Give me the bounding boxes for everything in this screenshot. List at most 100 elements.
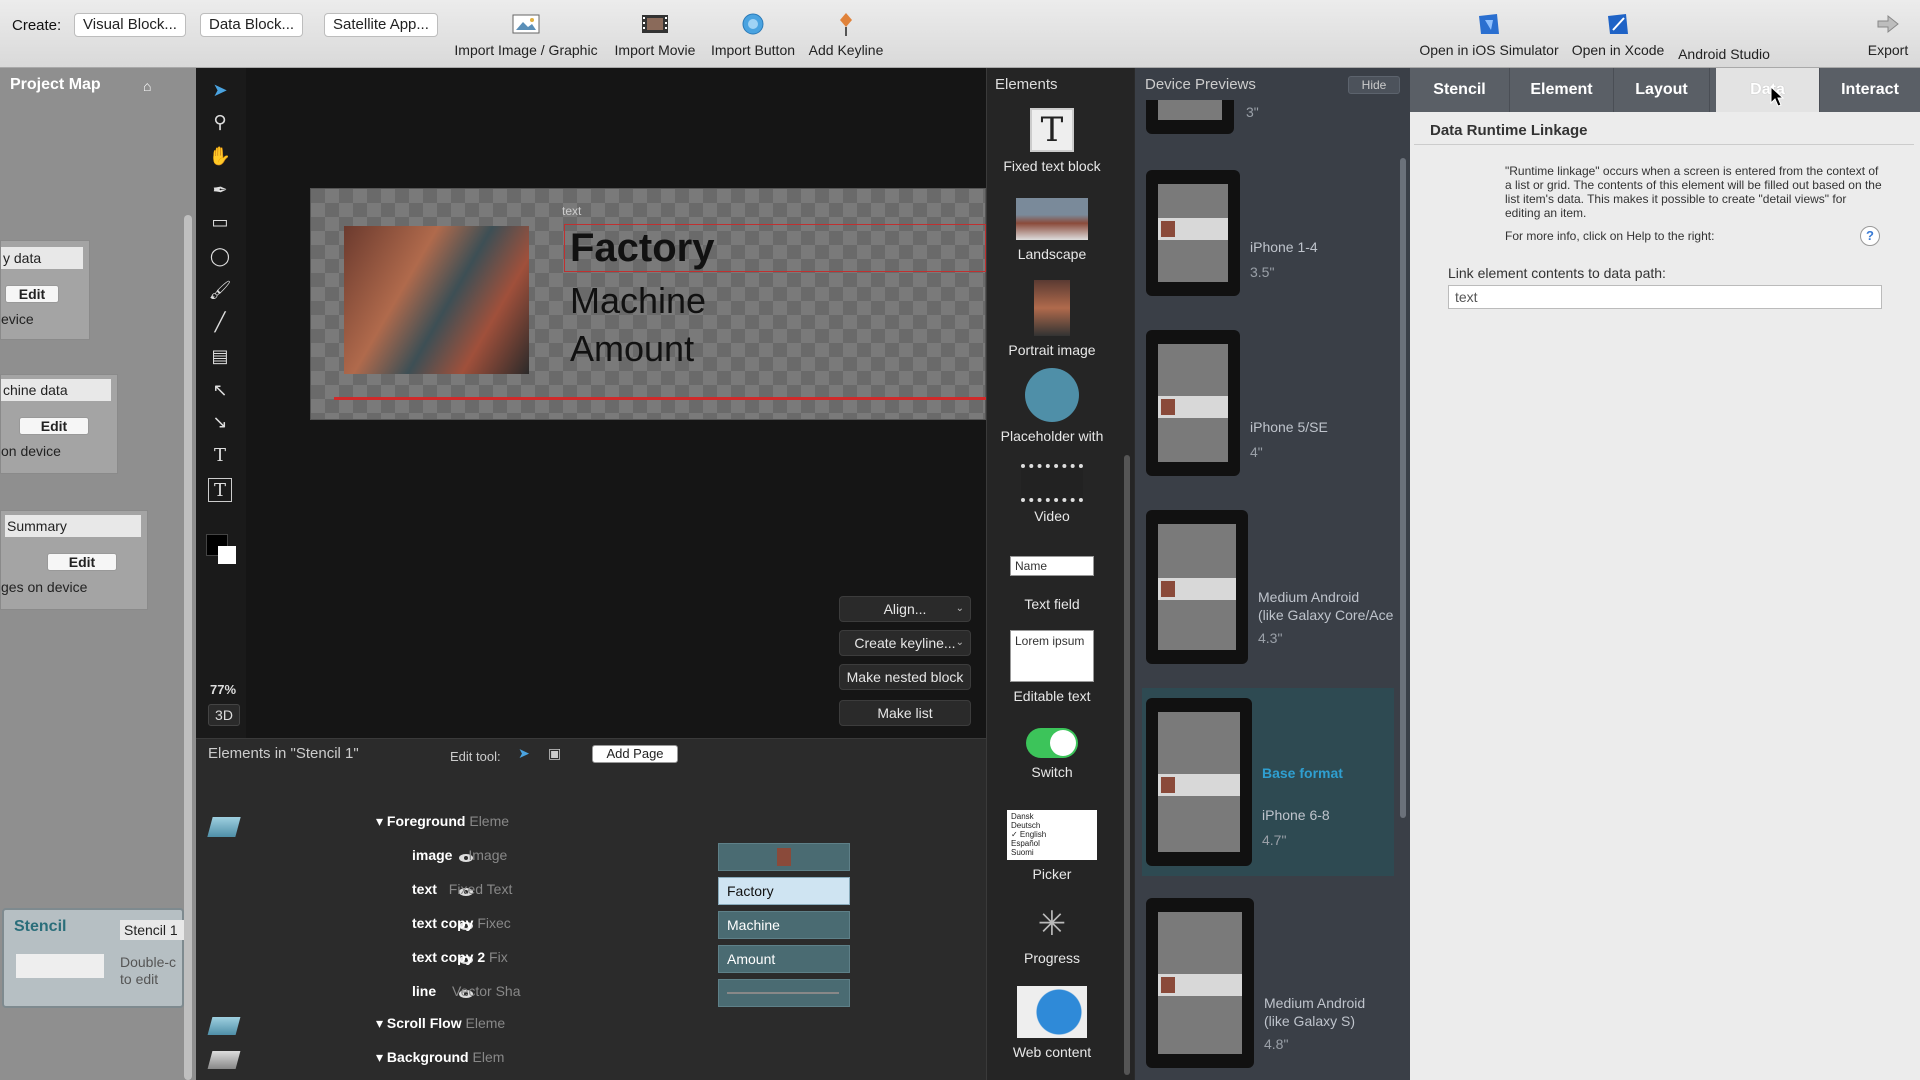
link-data-path-label: Link element contents to data path: [1448, 265, 1666, 281]
create-keyline-dropdown[interactable]: Create keyline... ⌄ [839, 630, 971, 656]
library-text-field[interactable]: Name Text field [987, 556, 1117, 612]
portrait-icon [1034, 280, 1070, 336]
keyline-vector[interactable] [334, 397, 986, 400]
make-nested-block-button[interactable]: Make nested block [839, 664, 971, 690]
stencil-card-title: Stencil [14, 918, 67, 935]
device-preview-iphone-5[interactable] [1146, 330, 1240, 476]
machine-text[interactable]: Machine [570, 280, 706, 322]
library-landscape[interactable]: Landscape [987, 198, 1117, 262]
scroll-flow-group[interactable]: ▾ Scroll Flow Eleme [376, 1015, 505, 1032]
project-card-2[interactable]: chine data Edit on device [0, 374, 118, 474]
row-image[interactable]: image Image [412, 847, 507, 863]
home-icon[interactable]: ⌂ [143, 78, 151, 94]
background-group[interactable]: ▾ Background Elem [376, 1049, 504, 1066]
device-preview-iphone-6-8[interactable] [1146, 698, 1252, 866]
device-preview-medium-android[interactable] [1146, 510, 1248, 664]
make-list-button[interactable]: Make list [839, 700, 971, 726]
library-video[interactable]: Video [987, 464, 1117, 524]
data-block-button[interactable]: Data Block... [200, 13, 304, 37]
row-text-value[interactable]: Factory [718, 877, 850, 905]
library-placeholder[interactable]: Placeholder with [987, 368, 1117, 444]
amount-text[interactable]: Amount [570, 328, 694, 370]
edit-button[interactable]: Edit [47, 553, 117, 571]
edit-button[interactable]: Edit [19, 417, 89, 435]
device-preview-iphone-1-4[interactable] [1146, 170, 1240, 296]
library-portrait-image[interactable]: Portrait image [987, 280, 1117, 358]
project-map-scrollbar[interactable] [184, 215, 192, 1080]
device-preview-galaxy-s[interactable] [1146, 898, 1254, 1068]
text-block-icon[interactable]: T [208, 478, 232, 502]
device-preview-top[interactable] [1146, 100, 1234, 134]
import-image-tool[interactable]: Import Image / Graphic [450, 12, 602, 58]
library-fixed-text-block[interactable]: T Fixed text block [987, 108, 1117, 174]
android-studio-tool[interactable]: Android Studio [1670, 46, 1778, 62]
row-text-copy[interactable]: text copy Fixec [412, 915, 511, 931]
align-dropdown[interactable]: Align... ⌄ [839, 596, 971, 622]
satellite-app-button[interactable]: Satellite App... [324, 13, 438, 37]
row-text-copy-2-value[interactable]: Amount [718, 945, 850, 973]
card-field: chine data [1, 379, 111, 401]
row-text-copy-2[interactable]: text copy 2 Fix [412, 949, 508, 965]
tab-interact[interactable]: Interact [1820, 68, 1920, 112]
foreground-group[interactable]: ▾ Foreground Eleme [376, 813, 509, 830]
library-picker[interactable]: Dansk Deutsch ✓ English Español Suomi Pi… [987, 810, 1117, 882]
export-tool[interactable]: Export [1862, 12, 1914, 58]
add-page-button[interactable]: Add Page [592, 745, 678, 763]
project-card-3[interactable]: Summary Edit ges on device [0, 510, 148, 610]
library-switch[interactable]: Switch [987, 728, 1117, 780]
device-name: Medium Android (like Galaxy S) [1264, 995, 1366, 1029]
library-web-content[interactable]: Web content [987, 986, 1117, 1060]
zoom-icon[interactable]: ⚲ [208, 110, 232, 134]
import-button-tool[interactable]: Import Button [704, 12, 802, 58]
factory-text[interactable]: Factory [570, 226, 715, 271]
stroke-color-swatch[interactable] [218, 546, 236, 564]
library-scrollbar[interactable] [1124, 455, 1130, 1075]
row-text[interactable]: text Fixed Text [412, 881, 512, 897]
tab-data[interactable]: Data [1716, 68, 1820, 112]
card-subtext: evice [1, 311, 34, 327]
device-size: 4.8" [1264, 1036, 1289, 1052]
3d-toggle-button[interactable]: 3D [208, 704, 240, 726]
tab-stencil[interactable]: Stencil [1410, 68, 1510, 112]
add-keyline-tool[interactable]: Add Keyline [804, 12, 888, 58]
ellipse-icon[interactable]: ◯ [208, 244, 232, 268]
ios-simulator-tool[interactable]: Open in iOS Simulator [1416, 12, 1562, 58]
text-icon[interactable]: T [208, 444, 232, 468]
visual-block-button[interactable]: Visual Block... [74, 13, 186, 37]
line-icon[interactable]: ╱ [208, 310, 232, 334]
brush-icon[interactable]: 🖌 [208, 278, 232, 302]
data-path-input[interactable] [1448, 285, 1882, 309]
gradient-icon[interactable]: ▤ [208, 344, 232, 368]
library-progress[interactable]: ✳ Progress [987, 904, 1117, 966]
pointer-icon[interactable]: ➤ [518, 745, 530, 762]
project-card-1[interactable]: y data Edit evice [0, 240, 90, 340]
xcode-tool[interactable]: Open in Xcode [1568, 12, 1668, 58]
library-editable-text[interactable]: Lorem ipsum Editable text [987, 630, 1117, 704]
stencil-card[interactable]: Stencil Stencil 1 Double-c to edit [2, 908, 184, 1008]
import-movie-tool[interactable]: Import Movie [608, 12, 702, 58]
direct-select-icon[interactable]: ↖ [208, 378, 232, 402]
tab-layout[interactable]: Layout [1614, 68, 1710, 112]
help-button[interactable]: ? [1860, 226, 1880, 246]
row-line[interactable]: line Vector Sha [412, 983, 521, 999]
top-toolbar: Create: Visual Block... Data Block... Sa… [0, 0, 1920, 68]
stencil-name-field[interactable]: Stencil 1 [120, 920, 184, 940]
edit-button[interactable]: Edit [5, 285, 59, 303]
stencil-image[interactable] [344, 226, 529, 374]
zoom-level: 77% [210, 682, 237, 697]
device-previews-title: Device Previews [1145, 76, 1256, 93]
node-select-icon[interactable]: ↘ [208, 410, 232, 434]
tab-element[interactable]: Element [1510, 68, 1614, 112]
hide-previews-button[interactable]: Hide [1348, 76, 1400, 94]
card-field: y data [1, 247, 83, 269]
select-arrow-icon[interactable]: ➤ [208, 78, 232, 102]
row-image-value[interactable] [718, 843, 850, 871]
hand-icon[interactable]: ✋ [208, 144, 232, 168]
pen-icon[interactable]: ✒ [208, 178, 232, 202]
image-edit-icon[interactable]: ▣ [548, 745, 561, 762]
row-line-value[interactable] [718, 979, 850, 1007]
device-previews-scrollbar[interactable] [1400, 158, 1406, 818]
card-field: Summary [5, 515, 141, 537]
rectangle-icon[interactable]: ▭ [208, 210, 232, 234]
row-text-copy-value[interactable]: Machine [718, 911, 850, 939]
